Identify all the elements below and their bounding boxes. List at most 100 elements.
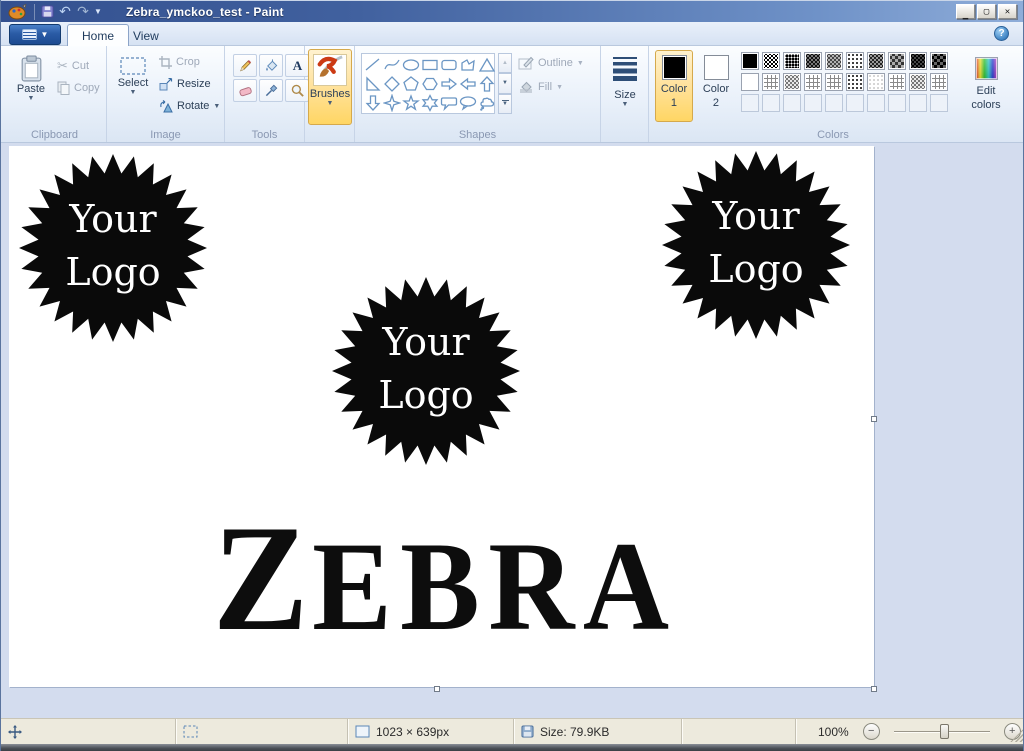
fill-button[interactable]: Fill ▼ <box>518 80 563 94</box>
resize-button[interactable]: Resize <box>159 74 211 94</box>
cut-button[interactable]: ✂ Cut <box>57 56 89 76</box>
cursor-position-icon <box>8 725 22 739</box>
shape-right-triangle-icon[interactable] <box>363 74 382 93</box>
shape-arrow-left-icon[interactable] <box>458 74 477 93</box>
palette-swatch-ddots[interactable] <box>783 52 801 70</box>
redo-icon[interactable]: ↷ <box>74 3 92 21</box>
palette-swatch-d50[interactable] <box>762 52 780 70</box>
shape-curve-icon[interactable] <box>382 55 401 74</box>
color2-swatch <box>704 55 729 80</box>
color-picker-tool-button[interactable] <box>259 79 283 102</box>
color2-label-line1: Color <box>703 83 729 97</box>
zebra-headline: ZEBRA <box>213 502 678 654</box>
colors-group-label: Colors <box>649 129 1017 141</box>
shape-callout-oval-icon[interactable] <box>458 93 477 112</box>
edit-colors-button[interactable]: Edit colors <box>961 52 1011 122</box>
select-button[interactable]: Select ▼ <box>113 50 153 124</box>
svg-text:A: A <box>292 58 302 73</box>
rotate-button[interactable]: Rotate ▼ <box>159 96 220 116</box>
zoom-out-icon[interactable]: − <box>863 723 880 740</box>
palette-swatch-midl[interactable] <box>909 73 927 91</box>
size-label: Size <box>614 89 635 101</box>
palette-swatch-grid[interactable] <box>825 73 843 91</box>
palette-empty-slot <box>909 94 927 112</box>
color1-swatch <box>662 55 687 80</box>
palette-empty-slot <box>888 94 906 112</box>
shapes-more-icon[interactable]: ▼ <box>498 94 512 114</box>
brushes-button[interactable]: Brushes ▼ <box>308 49 352 125</box>
palette-swatch-black[interactable] <box>741 52 759 70</box>
qat-separator <box>34 4 35 20</box>
zoom-slider-thumb[interactable] <box>940 724 949 739</box>
maximize-icon[interactable]: ▢ <box>977 4 996 19</box>
shape-callout-rounded-icon[interactable] <box>439 93 458 112</box>
close-icon[interactable]: ✕ <box>998 4 1017 19</box>
shape-star-5-icon[interactable] <box>401 93 420 112</box>
canvas-resize-handle-bottom[interactable] <box>434 686 440 692</box>
eraser-tool-button[interactable] <box>233 79 257 102</box>
paint-app-icon[interactable] <box>7 4 27 20</box>
paste-button[interactable]: Paste ▼ <box>11 50 51 124</box>
palette-swatch-dotsl[interactable] <box>846 73 864 91</box>
shape-rectangle-icon[interactable] <box>420 55 439 74</box>
minimize-icon[interactable]: ▁ <box>956 4 975 19</box>
brush-icon <box>313 54 347 86</box>
shapes-scroll-up-icon[interactable]: ▲ <box>498 53 512 73</box>
palette-swatch-mid2[interactable] <box>888 52 906 70</box>
fill-bucket-tool-button[interactable] <box>259 54 283 77</box>
fill-bucket-icon <box>264 58 279 73</box>
pencil-tool-button[interactable] <box>233 54 257 77</box>
shapes-scroll-down-icon[interactable]: ▼ <box>498 73 512 93</box>
shape-diamond-icon[interactable] <box>382 74 401 93</box>
qat-dropdown-icon[interactable]: ▼ <box>92 3 104 21</box>
application-menu-button[interactable]: ▼ <box>9 24 61 45</box>
canvas-resize-handle-right[interactable] <box>871 416 877 422</box>
help-icon[interactable]: ? <box>994 26 1009 41</box>
shape-triangle-icon[interactable] <box>477 55 496 74</box>
palette-swatch-dark[interactable] <box>804 52 822 70</box>
shape-hexagon-icon[interactable] <box>420 74 439 93</box>
shape-arrow-right-icon[interactable] <box>439 74 458 93</box>
palette-empty-slot <box>867 94 885 112</box>
palette-swatch-midl[interactable] <box>783 73 801 91</box>
shape-ellipse-icon[interactable] <box>401 55 420 74</box>
window-resize-grip[interactable] <box>1010 729 1023 742</box>
palette-swatch-grid[interactable] <box>762 73 780 91</box>
palette-swatch-white[interactable] <box>741 73 759 91</box>
palette-swatch-grid[interactable] <box>888 73 906 91</box>
color1-button[interactable]: Color 1 <box>655 50 693 122</box>
palette-swatch-dark2[interactable] <box>930 52 948 70</box>
palette-swatch-middark[interactable] <box>867 52 885 70</box>
palette-swatch-dotvl[interactable] <box>867 73 885 91</box>
status-canvas-size: 1023 × 639px <box>348 719 514 744</box>
shape-pentagon-icon[interactable] <box>401 74 420 93</box>
shape-arrow-up-icon[interactable] <box>477 74 496 93</box>
logo3-line1: Your <box>711 194 800 238</box>
palette-swatch-grid[interactable] <box>804 73 822 91</box>
color2-button[interactable]: Color 2 <box>697 50 735 122</box>
shape-rounded-rectangle-icon[interactable] <box>439 55 458 74</box>
canvas-resize-handle-corner[interactable] <box>871 686 877 692</box>
palette-swatch-grid[interactable] <box>930 73 948 91</box>
shape-polygon-icon[interactable] <box>458 55 477 74</box>
rotate-dropdown-icon: ▼ <box>213 103 220 110</box>
shape-star-4-icon[interactable] <box>382 93 401 112</box>
outline-button[interactable]: Outline ▼ <box>518 56 584 70</box>
tab-view[interactable]: View <box>119 24 173 47</box>
shape-arrow-down-icon[interactable] <box>363 93 382 112</box>
shape-line-icon[interactable] <box>363 55 382 74</box>
paste-label: Paste <box>17 83 45 95</box>
select-icon <box>119 55 147 77</box>
size-button[interactable]: Size ▼ <box>605 50 645 124</box>
undo-icon[interactable]: ↶ <box>56 3 74 21</box>
palette-swatch-dense[interactable] <box>909 52 927 70</box>
copy-button[interactable]: Copy <box>57 78 100 98</box>
shape-callout-cloud-icon[interactable] <box>477 93 496 112</box>
crop-button[interactable]: Crop <box>159 52 200 72</box>
palette-swatch-dotsl[interactable] <box>846 52 864 70</box>
shape-star-6-icon[interactable] <box>420 93 439 112</box>
paint-canvas[interactable]: Your Logo Your Logo Your Logo ZEBRA <box>9 146 874 687</box>
palette-swatch-mid[interactable] <box>825 52 843 70</box>
zoom-slider[interactable] <box>894 723 990 740</box>
save-icon[interactable] <box>38 3 56 21</box>
